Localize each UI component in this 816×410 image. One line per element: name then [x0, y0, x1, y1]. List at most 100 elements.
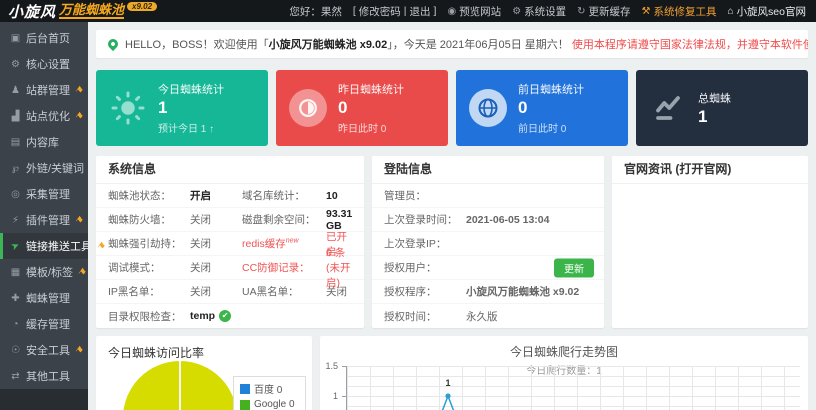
info-row: 授权时间： 永久版 [384, 310, 498, 323]
shuffle-icon: ⇄ [11, 370, 20, 382]
charts-row: 今日蜘蛛访问比率 百度 0 Google 0 今日蜘蛛爬行走势图 1.5 1 1 [96, 336, 808, 410]
pie-slice-divider [179, 361, 181, 410]
panel-title: 系统信息 [96, 156, 364, 184]
account-links: [修改密码 | 退出] [353, 4, 437, 19]
pin-icon: ⚑ [73, 343, 86, 357]
y-axis-tick: 1 [332, 391, 338, 401]
stat-card-yesterday: 昨日蜘蛛统计 0 昨日此时 0 [276, 70, 448, 146]
sidebar-item-spider[interactable]: ✚ 蜘蛛管理 [0, 285, 88, 311]
template-icon: ▦ [10, 266, 21, 278]
news-panel: 官网资讯 (打开官网) [612, 156, 808, 328]
preview-site-button[interactable]: ◉ 预览网站 [447, 4, 501, 19]
sidebar-item-templates[interactable]: ▦ 模板/标签 ⚑ [0, 259, 89, 285]
official-site-link[interactable]: ⌂ 小旋风seo官网 [728, 4, 806, 19]
plugin-icon: ⚡ [11, 214, 20, 226]
pie-chart-panel: 今日蜘蛛访问比率 百度 0 Google 0 [96, 336, 312, 410]
stat-card-day-before: 前日蜘蛛统计 0 前日此时 0 [456, 70, 628, 146]
data-point-label: 1 [445, 378, 451, 388]
refresh-icon: ↻ [577, 5, 586, 17]
user-greeting: 您好：果然 [289, 5, 342, 18]
sidebar-item-security[interactable]: ☉ 安全工具 ⚑ [0, 337, 88, 363]
sidebar-item-link-push[interactable]: ➤ 链接推送工具 ⚑ [0, 233, 108, 259]
info-row: 授权用户： 更新 [372, 256, 604, 280]
info-row: 蜘蛛防火墙： 关闭 磁盘剩余空间： 93.31 GB [96, 208, 364, 232]
change-password-link[interactable]: 修改密码 [359, 4, 401, 19]
line-series [441, 393, 455, 410]
sidebar-item-core-settings[interactable]: ⚙ 核心设置 [0, 51, 88, 77]
eye-icon: ◉ [447, 5, 457, 17]
sidebar-item-collection[interactable]: ◎ 采集管理 [0, 181, 88, 207]
stat-label: 今日蜘蛛统计 [158, 84, 224, 97]
stat-card-today: 今日蜘蛛统计 1 预计今日 1 ↑ [96, 70, 268, 146]
key-icon: ℘ [12, 162, 19, 174]
info-row: IP黑名单： 关闭 UA黑名单： 关闭 [96, 280, 364, 304]
sidebar-item-site-group[interactable]: ♟ 站群管理 ⚑ [0, 77, 88, 103]
app-window: 小旋风 万能蜘蛛池 x9.02 您好：果然 [修改密码 | 退出] ◉ 预览网站 … [0, 0, 816, 410]
sidebar-item-content-library[interactable]: ▤ 内容库 [0, 129, 88, 155]
app-logo: 小旋风 万能蜘蛛池 x9.02 [8, 1, 158, 22]
info-row: 管理员： [372, 184, 604, 208]
logo-product-text: 万能蜘蛛池 [59, 2, 125, 20]
line-chart-panel: 今日蜘蛛爬行走势图 今日爬行数量：1 1.5 1 1 [320, 336, 808, 410]
bracket-open: [ [352, 5, 356, 17]
target-icon: ◎ [11, 188, 20, 200]
contrast-icon [289, 89, 327, 127]
link-divider: | [403, 5, 407, 17]
sidebar-item-links-keywords[interactable]: ℘ 外链/关键词 [0, 155, 88, 181]
pin-icon: ⚑ [73, 213, 86, 227]
header-actions: 您好：果然 [修改密码 | 退出] ◉ 预览网站 ⚙ 系统设置 ↻ 更新缓存 ⚒ 系统修… [289, 4, 806, 19]
system-settings-button[interactable]: ⚙ 系统设置 [512, 4, 566, 19]
sidebar-item-site-optimize[interactable]: ▟ 站点优化 ⚑ [0, 103, 88, 129]
info-row: 上次登录IP： [372, 232, 604, 256]
trend-icon [646, 93, 690, 123]
legend-item-google[interactable]: Google 0 [239, 399, 299, 410]
sidebar-item-other-tools[interactable]: ⇄ 其他工具 [0, 363, 88, 389]
update-cache-button[interactable]: ↻ 更新缓存 [577, 4, 630, 19]
stat-value: 0 [338, 98, 348, 118]
info-row: 上次登录时间： 2021-06-05 13:04 [372, 208, 604, 232]
y-axis-tick: 1.5 [325, 361, 338, 371]
gear-icon: ⚙ [512, 5, 522, 17]
stat-footer: 前日此时 0 [518, 123, 567, 135]
pie-legend: 百度 0 Google 0 360蜘蛛 0 [232, 376, 306, 410]
logout-link[interactable]: 退出 [410, 4, 431, 19]
line-chart-title: 今日蜘蛛爬行走势图 [509, 345, 618, 359]
legend-item-baidu[interactable]: 百度 0 [239, 381, 299, 396]
stat-value: 1 [158, 98, 168, 118]
sidebar-menu: ▣ 后台首页 ⚙ 核心设置 ♟ 站群管理 ⚑ ▟ 站点优化 ⚑ ▤ 内容库 ℘ 外链/关键词 [0, 22, 108, 389]
version-badge: x9.02 [127, 1, 158, 11]
login-info-panel: 登陆信息 管理员： 上次登录时间： 2021-06-05 13:04 上次登录I… [372, 156, 604, 328]
repair-tool-button[interactable]: ⚒ 系统修复工具 [642, 4, 717, 19]
sidebar-item-plugins[interactable]: ⚡ 插件管理 ⚑ [0, 207, 88, 233]
cc-defense-link[interactable]: CC防御记录： [242, 260, 326, 275]
sidebar-item-home[interactable]: ▣ 后台首页 [0, 25, 88, 51]
info-row: 调试模式： 关闭 CC防御记录： 0 条(未开启) [96, 247, 364, 289]
home-icon: ⌂ [727, 5, 734, 17]
panel-title: 官网资讯 (打开官网) [612, 156, 808, 184]
open-official-site-link[interactable]: (打开官网) [675, 162, 731, 176]
update-auth-button[interactable]: 更新 [554, 258, 594, 277]
stat-footer: 昨日此时 0 [338, 123, 387, 135]
stat-footer: 预计今日 1 ↑ [158, 123, 215, 135]
bulb-icon: ☉ [11, 344, 20, 356]
main-content: HELLO，BOSS！欢迎使用「小旋风万能蜘蛛池 x9.02」，今天是 2021… [88, 22, 816, 410]
sun-icon [106, 90, 150, 126]
redis-cache-link[interactable]: redis缓存new [242, 236, 326, 251]
pin-icon: ⚑ [73, 109, 86, 123]
system-info-panel: 系统信息 蜘蛛池状态： 开启 域名库统计： 10 蜘蛛防火墙： 关闭 磁盘剩余空… [96, 156, 364, 328]
stat-cards-row: 今日蜘蛛统计 1 预计今日 1 ↑ 昨日蜘蛛统计 0 昨日此时 0 前日蜘蛛统计… [96, 70, 808, 146]
globe-icon [469, 89, 507, 127]
info-row: 目录权限检查： temp ✔ [96, 304, 364, 328]
sidebar-item-cache[interactable]: ◔ 缓存管理 [0, 311, 88, 337]
spider-icon: ✚ [11, 292, 20, 304]
welcome-notice-bar: HELLO，BOSS！欢迎使用「小旋风万能蜘蛛池 x9.02」，今天是 2021… [96, 30, 808, 58]
user-icon: ♟ [11, 84, 20, 96]
legend-swatch [239, 399, 250, 410]
library-icon: ▤ [10, 136, 21, 148]
stat-label: 前日蜘蛛统计 [518, 84, 584, 97]
sidebar: ▣ 后台首页 ⚙ 核心设置 ♟ 站群管理 ⚑ ▟ 站点优化 ⚑ ▤ 内容库 ℘ 外链/关键词 [0, 22, 108, 410]
info-row: 授权程序： 小旋风万能蜘蛛池 x9.02 [372, 280, 604, 304]
stat-label: 昨日蜘蛛统计 [338, 84, 404, 97]
send-icon: ➤ [9, 239, 22, 253]
clock-icon: ◔ [12, 318, 19, 330]
